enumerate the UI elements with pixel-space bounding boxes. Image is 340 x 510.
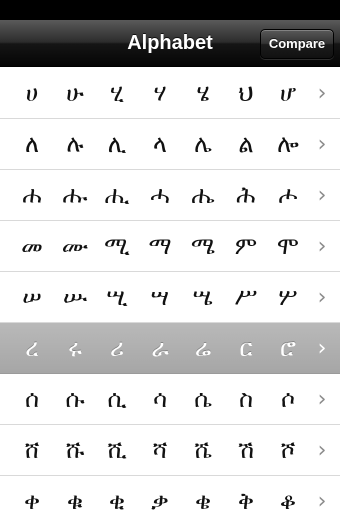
letter-glyph: ሂ bbox=[110, 79, 124, 107]
letter-glyph: ቄ bbox=[194, 487, 212, 510]
letter-glyph: ሩ bbox=[68, 334, 82, 362]
letter-glyph: ሣ bbox=[150, 283, 170, 311]
letter-glyph: ሚ bbox=[104, 232, 130, 260]
alphabet-row[interactable]: ሀ ሁ ሂ ሃ ሄ ህ ሆ › bbox=[0, 68, 340, 119]
alphabet-row[interactable]: ለ ሉ ሊ ላ ሌ ል ሎ › bbox=[0, 119, 340, 170]
letter-glyph: ሠ bbox=[22, 283, 42, 311]
letter-glyph: ሕ bbox=[236, 181, 256, 209]
letter-glyph: ሸ bbox=[24, 436, 40, 464]
letter-glyph: ቆ bbox=[279, 487, 297, 510]
status-bar bbox=[0, 0, 340, 20]
letter-glyph: ሎ bbox=[277, 130, 299, 158]
letter-glyph: ሰ bbox=[24, 385, 40, 413]
chevron-right-icon: › bbox=[317, 183, 327, 208]
letter-glyph: ሱ bbox=[65, 385, 85, 413]
alphabet-row[interactable]: ሸ ሹ ሺ ሻ ሼ ሽ ሾ › bbox=[0, 425, 340, 476]
alphabet-list: ሀ ሁ ሂ ሃ ሄ ህ ሆ › ለ ሉ ሊ ላ ሌ ል ሎ › ሐ ሑ ሒ ሓ ሔ ሕ ሖ › መ ሙ ሚ ማ ሜ ም ሞ › ሠ ሡ ሢ ሣ ሤ ሥ ሦ ›… bbox=[0, 68, 340, 510]
letter-glyph: ላ bbox=[153, 130, 167, 158]
letter-glyph: ሪ bbox=[109, 334, 125, 362]
letter-glyph: ሽ bbox=[237, 436, 255, 464]
letter-glyph: ሞ bbox=[277, 232, 299, 260]
chevron-right-icon: › bbox=[317, 438, 327, 463]
navigation-bar: Alphabet Compare bbox=[0, 20, 340, 67]
chevron-right-icon: › bbox=[317, 132, 327, 157]
letter-glyph: ሹ bbox=[65, 436, 85, 464]
letter-glyph: ሦ bbox=[278, 283, 298, 311]
chevron-right-icon: › bbox=[317, 387, 327, 412]
letter-glyph: ቅ bbox=[237, 487, 255, 510]
letter-glyph: ሼ bbox=[194, 436, 212, 464]
letter-glyph: ሐ bbox=[22, 181, 42, 209]
letter-glyph: ሃ bbox=[153, 79, 167, 107]
letter-glyph: ማ bbox=[148, 232, 172, 260]
letter-glyph: ለ bbox=[24, 130, 40, 158]
letter-glyph: መ bbox=[21, 232, 43, 260]
letter-glyph: ሢ bbox=[106, 283, 128, 311]
letter-glyph: ሜ bbox=[190, 232, 216, 260]
letter-glyph: ረ bbox=[25, 334, 39, 362]
chevron-right-icon: › bbox=[317, 336, 327, 361]
alphabet-row[interactable]: መ ሙ ሚ ማ ሜ ም ሞ › bbox=[0, 221, 340, 272]
alphabet-row[interactable]: ሠ ሡ ሢ ሣ ሤ ሥ ሦ › bbox=[0, 272, 340, 323]
letter-glyph: ሁ bbox=[66, 79, 84, 107]
letter-glyph: ሉ bbox=[66, 130, 84, 158]
letter-glyph: ስ bbox=[238, 385, 254, 413]
chevron-right-icon: › bbox=[317, 285, 327, 310]
alphabet-row[interactable]: ሰ ሱ ሲ ሳ ሴ ስ ሶ › bbox=[0, 374, 340, 425]
compare-button[interactable]: Compare bbox=[260, 29, 334, 59]
letter-glyph: ህ bbox=[238, 79, 254, 107]
letter-glyph: ሙ bbox=[61, 232, 89, 260]
letter-glyph: ር bbox=[239, 334, 253, 362]
letter-glyph: ሴ bbox=[194, 385, 212, 413]
chevron-right-icon: › bbox=[317, 81, 327, 106]
letter-glyph: ም bbox=[234, 232, 258, 260]
letter-glyph: ቀ bbox=[23, 487, 41, 510]
letter-glyph: ሾ bbox=[280, 436, 296, 464]
letter-glyph: ሬ bbox=[194, 334, 212, 362]
letter-glyph: ሻ bbox=[152, 436, 168, 464]
letter-glyph: ሔ bbox=[191, 181, 215, 209]
letter-glyph: ቃ bbox=[151, 487, 169, 510]
letter-glyph: ሊ bbox=[107, 130, 127, 158]
letter-glyph: ል bbox=[238, 130, 254, 158]
letter-glyph: ሌ bbox=[194, 130, 212, 158]
letter-glyph: ቁ bbox=[66, 487, 84, 510]
letter-glyph: ሲ bbox=[107, 385, 127, 413]
letter-glyph: ሺ bbox=[107, 436, 127, 464]
letter-glyph: ሑ bbox=[62, 181, 88, 209]
letter-glyph: ራ bbox=[151, 334, 169, 362]
letter-glyph: ሓ bbox=[150, 181, 170, 209]
chevron-right-icon: › bbox=[317, 234, 327, 259]
letter-glyph: ሀ bbox=[25, 79, 39, 107]
letter-glyph: ሳ bbox=[152, 385, 168, 413]
letter-glyph: ሒ bbox=[104, 181, 130, 209]
letter-glyph: ቂ bbox=[108, 487, 126, 510]
alphabet-row[interactable]: ሐ ሑ ሒ ሓ ሔ ሕ ሖ › bbox=[0, 170, 340, 221]
alphabet-row[interactable]: ቀ ቁ ቂ ቃ ቄ ቅ ቆ › bbox=[0, 476, 340, 510]
letter-glyph: ሆ bbox=[279, 79, 297, 107]
letter-glyph: ሖ bbox=[278, 181, 298, 209]
letter-glyph: ሶ bbox=[280, 385, 296, 413]
chevron-right-icon: › bbox=[317, 489, 327, 510]
alphabet-row[interactable]: ረ ሩ ሪ ራ ሬ ር ሮ › bbox=[0, 323, 340, 374]
letter-glyph: ሮ bbox=[280, 334, 296, 362]
letter-glyph: ሡ bbox=[62, 283, 88, 311]
letter-glyph: ሤ bbox=[192, 283, 214, 311]
letter-glyph: ሄ bbox=[196, 79, 210, 107]
letter-glyph: ሥ bbox=[234, 283, 258, 311]
